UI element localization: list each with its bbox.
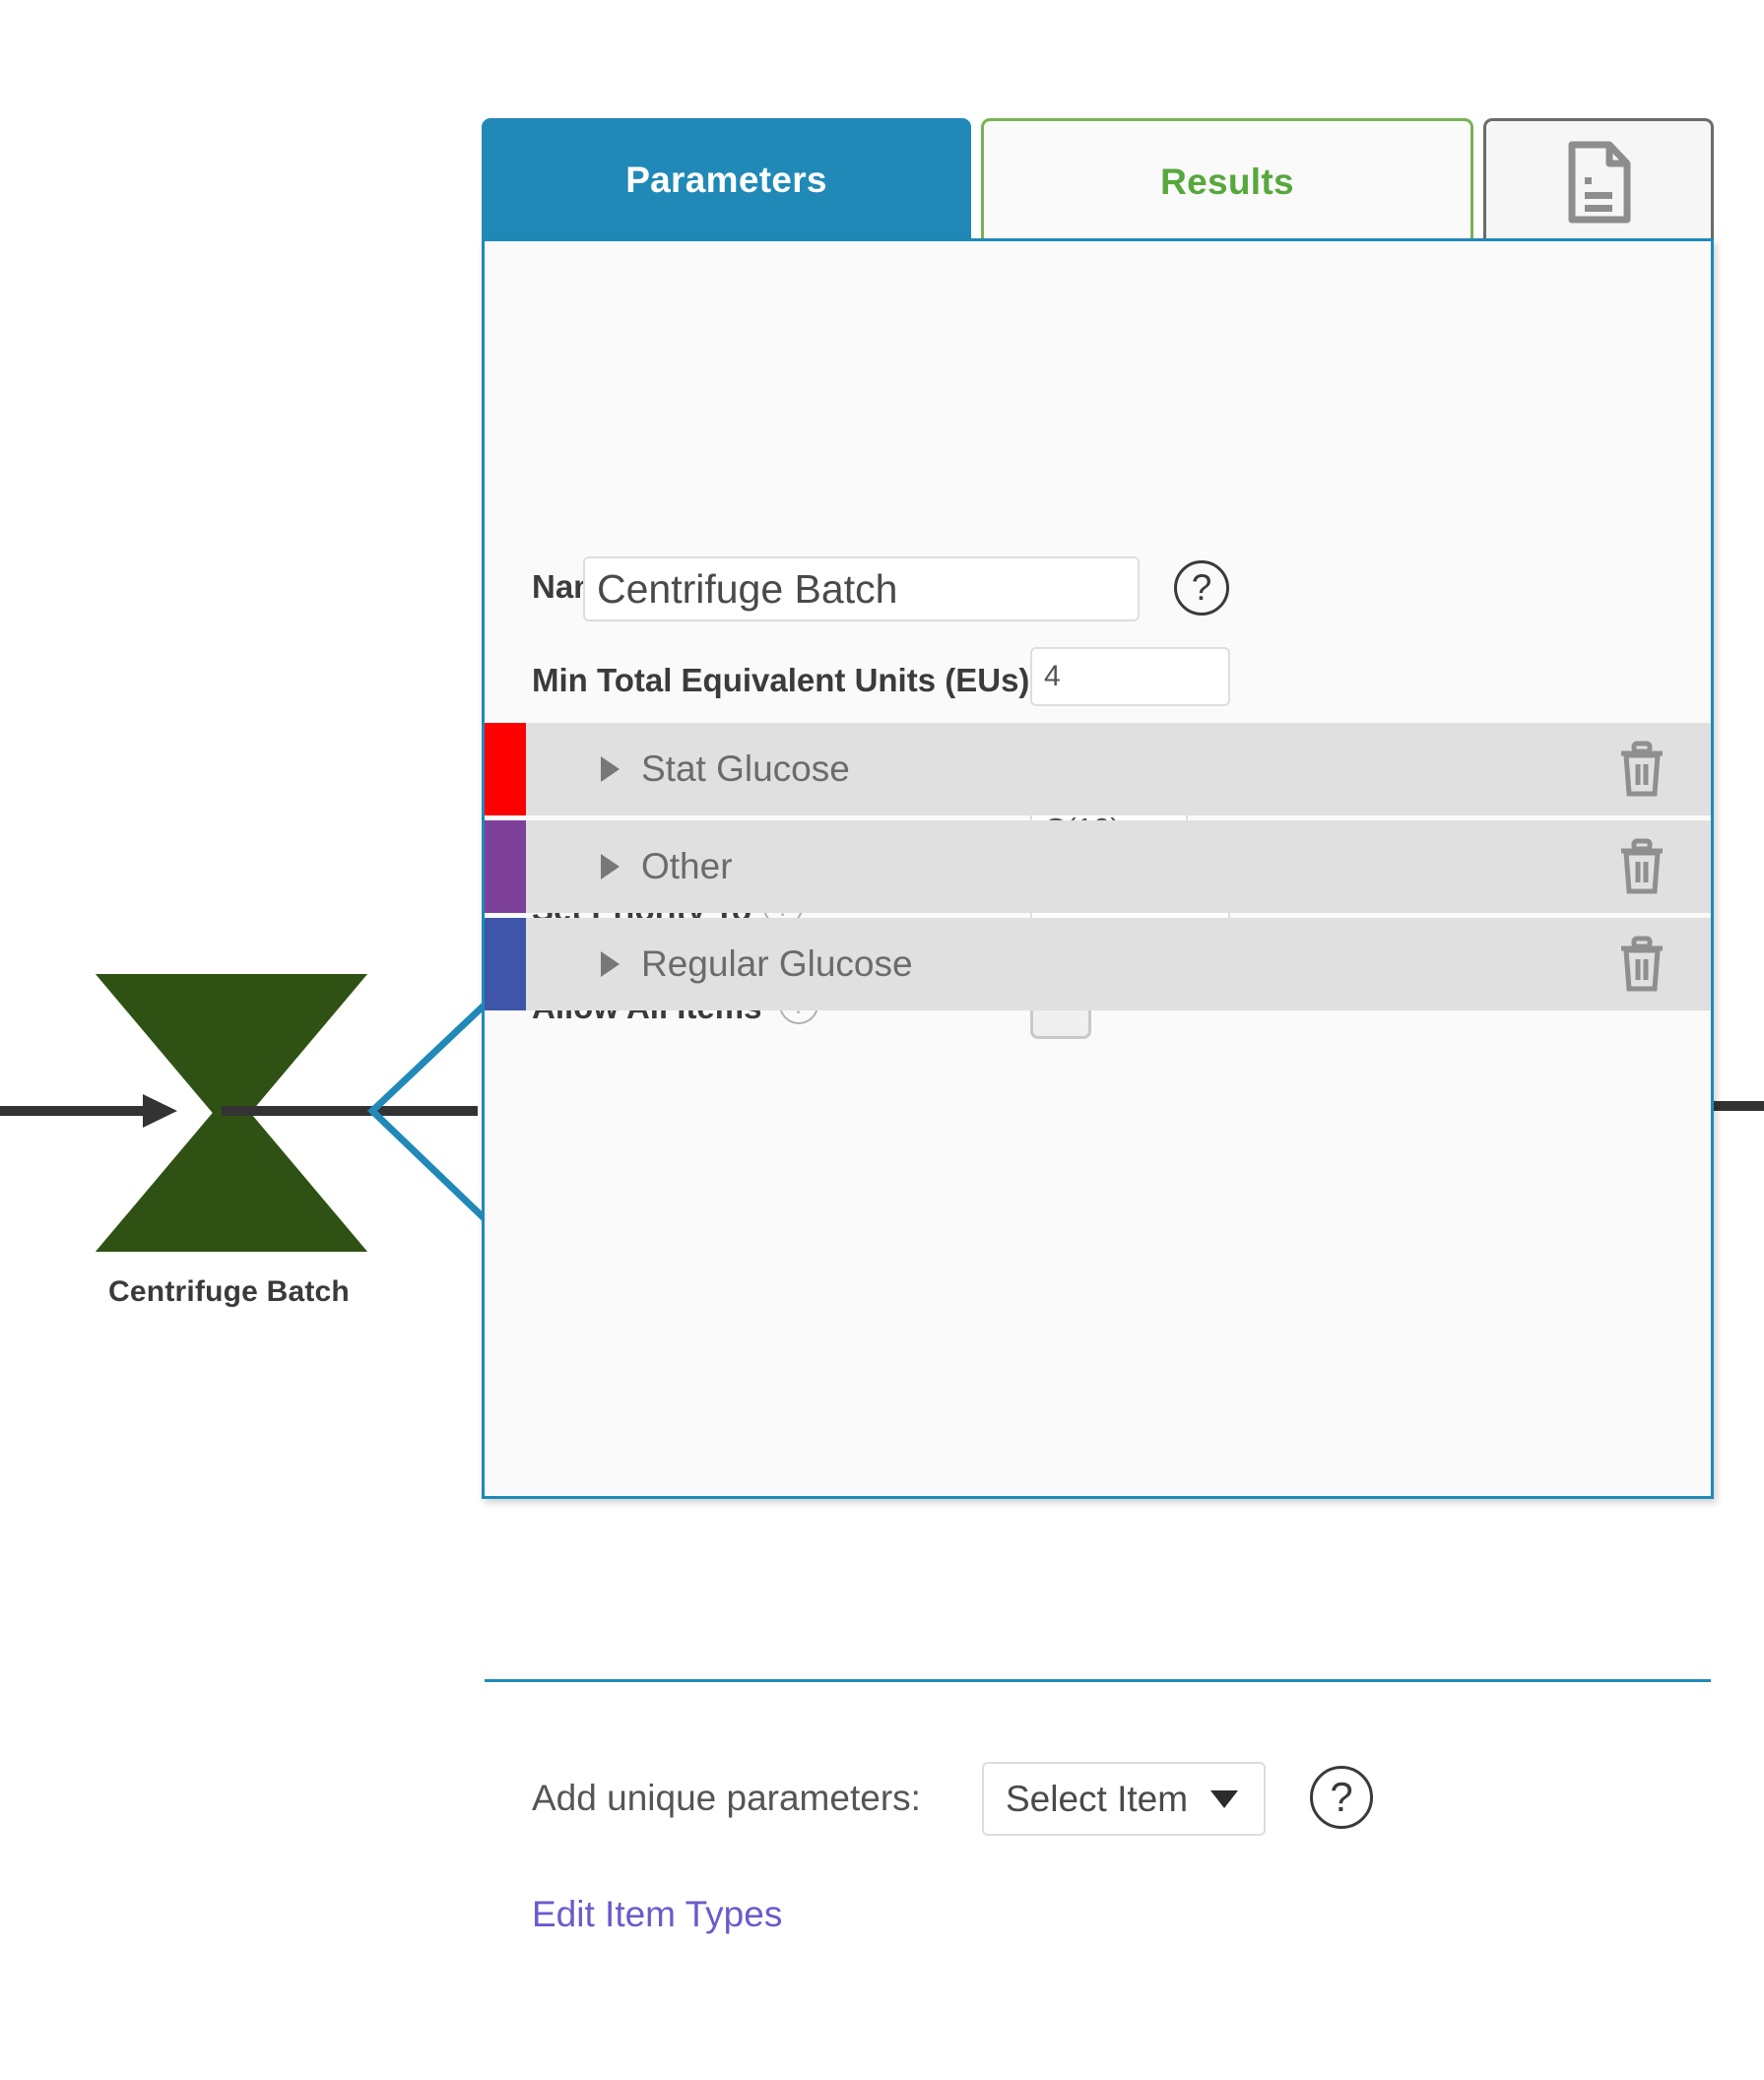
edit-item-types-link[interactable]: Edit Item Types: [532, 1894, 782, 1935]
item-name: Regular Glucose: [641, 943, 913, 984]
item-color-swatch: [485, 918, 526, 1010]
table-row[interactable]: Regular Glucose: [485, 918, 1711, 1010]
item-color-swatch: [485, 820, 526, 913]
item-type-list: Stat Glucose Other Regular Glucose: [485, 723, 1711, 1015]
tab-bar: Parameters Results: [482, 118, 1714, 242]
name-input[interactable]: Centrifuge Batch: [583, 556, 1140, 621]
trash-icon[interactable]: [1616, 838, 1667, 895]
process-node-diagram: Centrifuge Batch: [0, 886, 497, 1379]
chevron-down-icon: [1210, 1789, 1238, 1808]
item-color-swatch: [485, 723, 526, 815]
node-label: Centrifuge Batch: [108, 1275, 350, 1308]
name-help-icon[interactable]: ?: [1174, 560, 1229, 616]
select-item-value: Select Item: [1006, 1778, 1189, 1819]
expand-caret-icon[interactable]: [601, 951, 620, 977]
min-eus-label: Min Total Equivalent Units (EUs): [532, 662, 1030, 698]
tab-document[interactable]: [1483, 118, 1714, 242]
item-name: Other: [641, 846, 733, 886]
output-branch-connector: [366, 990, 497, 1234]
item-name: Stat Glucose: [641, 748, 850, 789]
trash-icon[interactable]: [1616, 741, 1667, 798]
select-item-dropdown[interactable]: Select Item: [982, 1762, 1266, 1836]
footer-divider: [485, 1679, 1711, 1682]
tab-results[interactable]: Results: [981, 118, 1473, 242]
tab-results-label: Results: [1160, 161, 1294, 202]
table-row[interactable]: Other: [485, 820, 1711, 913]
add-unique-parameters-label: Add unique parameters:: [532, 1778, 921, 1818]
tab-parameters[interactable]: Parameters: [482, 118, 971, 242]
expand-caret-icon[interactable]: [601, 756, 620, 782]
expand-caret-icon[interactable]: [601, 854, 620, 879]
trash-icon[interactable]: [1616, 936, 1667, 993]
tab-parameters-label: Parameters: [625, 160, 827, 200]
document-icon: [1568, 141, 1631, 223]
table-row[interactable]: Stat Glucose: [485, 723, 1711, 815]
min-eus-input[interactable]: 4: [1030, 647, 1230, 706]
add-parameters-help-icon[interactable]: ?: [1310, 1766, 1373, 1829]
parameters-panel: Name Centrifuge Batch ? Min Total Equiva…: [482, 238, 1714, 1934]
